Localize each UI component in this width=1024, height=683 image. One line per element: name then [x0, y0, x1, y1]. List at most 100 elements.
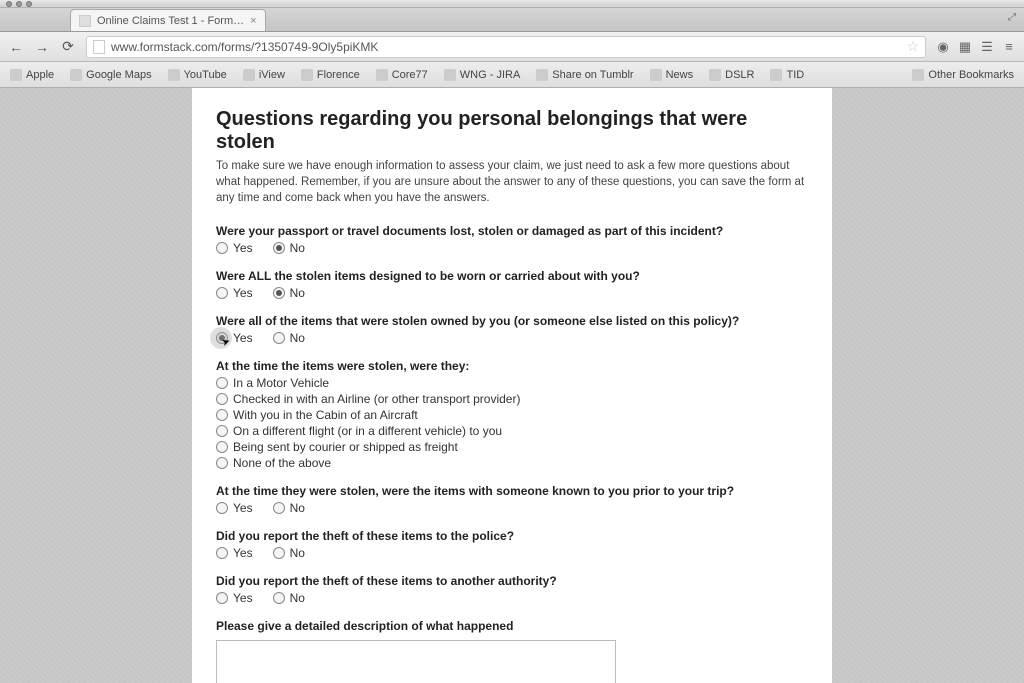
q4-option-motor-vehicle[interactable]: In a Motor Vehicle: [216, 376, 808, 390]
radio-icon: [273, 592, 285, 604]
folder-icon: [650, 69, 662, 81]
bookmark-wng-jira[interactable]: WNG - JIRA: [444, 69, 521, 81]
radio-icon: [216, 547, 228, 559]
radio-icon: [216, 409, 228, 421]
folder-icon: [770, 69, 782, 81]
q5-yes-option[interactable]: Yes: [216, 501, 253, 515]
toolbar-right: ◉ ▦ ☰ ≡: [936, 39, 1016, 55]
window-controls: [0, 0, 1024, 8]
navigation-bar: ← → ⟳ www.formstack.com/forms/?1350749-9…: [0, 32, 1024, 62]
q1-no-option[interactable]: No: [273, 241, 305, 255]
favicon-icon: [79, 15, 91, 27]
close-icon[interactable]: ×: [250, 15, 256, 27]
radio-icon: [273, 502, 285, 514]
radio-icon: [216, 457, 228, 469]
question-label: Did you report the theft of these items …: [216, 574, 808, 588]
bookmark-google-maps[interactable]: Google Maps: [70, 69, 151, 81]
reload-button[interactable]: ⟳: [60, 38, 76, 55]
other-bookmarks[interactable]: Other Bookmarks: [912, 69, 1014, 81]
bookmark-core77[interactable]: Core77: [376, 69, 428, 81]
radio-icon: [216, 393, 228, 405]
grid-icon[interactable]: ▦: [958, 39, 972, 55]
apple-icon: [10, 69, 22, 81]
radio-icon: [273, 287, 285, 299]
browser-tab[interactable]: Online Claims Test 1 - Form… ×: [70, 9, 266, 31]
question-with-known-person: At the time they were stolen, were the i…: [216, 484, 808, 515]
q6-yes-option[interactable]: Yes: [216, 546, 253, 560]
bookmark-apple[interactable]: Apple: [10, 69, 54, 81]
question-location-when-stolen: At the time the items were stolen, were …: [216, 359, 808, 470]
bookmark-share-tumblr[interactable]: Share on Tumblr: [536, 69, 633, 81]
bookmark-tid[interactable]: TID: [770, 69, 804, 81]
tab-strip: Online Claims Test 1 - Form… × ⤢: [0, 8, 1024, 32]
radio-icon: [216, 502, 228, 514]
question-label: Did you report the theft of these items …: [216, 529, 808, 543]
compass-icon[interactable]: ◉: [936, 39, 950, 55]
radio-icon: [216, 425, 228, 437]
page-icon: [93, 40, 105, 54]
back-button[interactable]: ←: [8, 39, 24, 55]
intro-text: To make sure we have enough information …: [216, 158, 808, 206]
question-label: Were ALL the stolen items designed to be…: [216, 269, 808, 283]
question-reported-authority: Did you report the theft of these items …: [216, 574, 808, 605]
q7-no-option[interactable]: No: [273, 591, 305, 605]
question-label: Were your passport or travel documents l…: [216, 224, 808, 238]
q4-option-aircraft-cabin[interactable]: With you in the Cabin of an Aircraft: [216, 408, 808, 422]
radio-icon: [216, 287, 228, 299]
bookmark-iview[interactable]: iView: [243, 69, 285, 81]
question-label: Please give a detailed description of wh…: [216, 619, 808, 633]
tumblr-icon: [536, 69, 548, 81]
form-page: Questions regarding you personal belongi…: [192, 88, 832, 683]
url-bar[interactable]: www.formstack.com/forms/?1350749-9Oly5pi…: [86, 36, 926, 58]
folder-icon: [912, 69, 924, 81]
question-reported-police: Did you report the theft of these items …: [216, 529, 808, 560]
traffic-light-close[interactable]: [6, 1, 12, 7]
q5-no-option[interactable]: No: [273, 501, 305, 515]
q2-no-option[interactable]: No: [273, 286, 305, 300]
q4-option-none[interactable]: None of the above: [216, 456, 808, 470]
q6-no-option[interactable]: No: [273, 546, 305, 560]
radio-icon: [273, 242, 285, 254]
maps-icon: [70, 69, 82, 81]
question-owned-by-you: Were all of the items that were stolen o…: [216, 314, 808, 345]
core77-icon: [376, 69, 388, 81]
tab-title: Online Claims Test 1 - Form…: [97, 15, 244, 27]
radio-icon: [273, 332, 285, 344]
cursor-icon: ➤: [220, 336, 232, 349]
radio-icon: [216, 377, 228, 389]
youtube-icon: [168, 69, 180, 81]
q3-yes-option[interactable]: Yes ➤: [216, 331, 253, 345]
q2-yes-option[interactable]: Yes: [216, 286, 253, 300]
q3-no-option[interactable]: No: [273, 331, 305, 345]
folder-icon: [709, 69, 721, 81]
q4-option-different-flight[interactable]: On a different flight (or in a different…: [216, 424, 808, 438]
bookmark-dslr[interactable]: DSLR: [709, 69, 754, 81]
forward-button[interactable]: →: [34, 39, 50, 55]
q1-yes-option[interactable]: Yes: [216, 241, 253, 255]
question-label: At the time the items were stolen, were …: [216, 359, 808, 373]
radio-icon: [216, 242, 228, 254]
folder-icon: [301, 69, 313, 81]
bookmark-news[interactable]: News: [650, 69, 694, 81]
bookmark-florence[interactable]: Florence: [301, 69, 360, 81]
traffic-light-zoom[interactable]: [26, 1, 32, 7]
expand-icon[interactable]: ⤢: [1008, 12, 1018, 22]
url-text: www.formstack.com/forms/?1350749-9Oly5pi…: [111, 40, 378, 54]
iview-icon: [243, 69, 255, 81]
jira-icon: [444, 69, 456, 81]
bookmark-star-icon[interactable]: ☆: [906, 38, 919, 55]
bookmark-youtube[interactable]: YouTube: [168, 69, 227, 81]
description-textarea[interactable]: [216, 640, 616, 683]
radio-icon: [273, 547, 285, 559]
viewport: Questions regarding you personal belongi…: [0, 88, 1024, 683]
page-heading: Questions regarding you personal belongi…: [216, 108, 808, 154]
question-label: At the time they were stolen, were the i…: [216, 484, 808, 498]
traffic-light-minimize[interactable]: [16, 1, 22, 7]
overflow-icon[interactable]: ☰: [980, 39, 994, 55]
menu-icon[interactable]: ≡: [1002, 39, 1016, 55]
q4-option-courier-freight[interactable]: Being sent by courier or shipped as frei…: [216, 440, 808, 454]
question-worn-carried: Were ALL the stolen items designed to be…: [216, 269, 808, 300]
q7-yes-option[interactable]: Yes: [216, 591, 253, 605]
q4-option-airline-checked[interactable]: Checked in with an Airline (or other tra…: [216, 392, 808, 406]
question-label: Were all of the items that were stolen o…: [216, 314, 808, 328]
